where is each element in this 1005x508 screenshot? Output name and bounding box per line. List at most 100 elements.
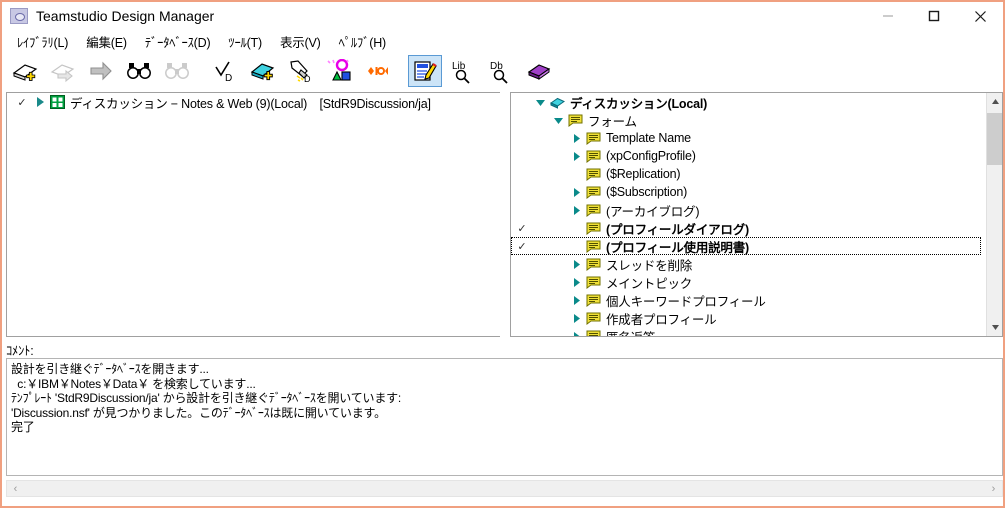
tree-row-label: ($Replication): [606, 167, 681, 181]
svg-text:D: D: [304, 74, 311, 83]
form-icon: [583, 258, 603, 271]
database-list-panel[interactable]: ✓ ディスカッション − Notes & Web (9)(Local) [Std…: [6, 92, 500, 337]
log-line: 完了: [11, 420, 35, 434]
menu-view[interactable]: 表示(V): [271, 30, 330, 53]
design-element-tree-panel[interactable]: ディスカッション(Local) フォーム Template Name (xpConfi…: [510, 92, 1003, 337]
tree-row[interactable]: (xpConfigProfile): [511, 147, 981, 165]
title-bar: Teamstudio Design Manager: [2, 2, 1003, 30]
tree-row[interactable]: Template Name: [511, 129, 981, 147]
tree-row[interactable]: ($Replication): [511, 165, 981, 183]
comment-label: ｺﾒﾝﾄ:: [6, 344, 34, 358]
minimize-button[interactable]: [865, 2, 911, 30]
menu-library[interactable]: ﾚｲﾌﾞﾗﾘ(L): [8, 30, 77, 53]
tree-row[interactable]: 作成者プロフィール: [511, 309, 981, 327]
scroll-down-button[interactable]: [987, 319, 1002, 336]
form-icon: [583, 222, 603, 235]
expander-right-icon[interactable]: [569, 187, 583, 198]
tree-vertical-scrollbar[interactable]: [986, 93, 1002, 336]
tree-scroll-thumb[interactable]: [987, 113, 1002, 165]
note-edit-icon[interactable]: [408, 55, 442, 87]
maximize-button[interactable]: [911, 2, 957, 30]
find-icon[interactable]: [122, 55, 156, 87]
tree-row-label: 作成者プロフィール: [606, 312, 717, 327]
close-button[interactable]: [957, 2, 1003, 30]
expander-down-icon[interactable]: [533, 97, 547, 108]
tree-row-label: (アーカイブログ): [606, 204, 700, 219]
database-book-icon: [547, 96, 567, 109]
tree-row[interactable]: メイントピック: [511, 273, 981, 291]
scroll-up-button[interactable]: [987, 93, 1002, 110]
expander-down-icon[interactable]: [551, 115, 565, 126]
db-search-icon[interactable]: Db: [484, 55, 518, 87]
arrow-right-icon[interactable]: [84, 55, 118, 87]
tree-row[interactable]: ✓ (プロフィールダイアログ): [511, 219, 981, 237]
form-icon: [583, 132, 603, 145]
tree-row-label: ディスカッション(Local): [570, 96, 708, 111]
tree-row[interactable]: ✓ (プロフィール使用説明書): [511, 237, 981, 255]
purple-book-icon[interactable]: [522, 55, 556, 87]
row-check-icon[interactable]: ✓: [511, 222, 533, 235]
database-grid-icon: [47, 95, 67, 109]
tree-row[interactable]: ディスカッション(Local): [511, 93, 981, 111]
database-list-row[interactable]: ✓ ディスカッション − Notes & Web (9)(Local) [Std…: [7, 93, 500, 111]
form-icon: [583, 150, 603, 163]
comment-log-box[interactable]: 設計を引き継ぐﾃﾞｰﾀﾍﾞｰｽを開きます... c:￥IBM￥Notes￥Dat…: [6, 358, 1003, 476]
row-check-icon[interactable]: ✓: [511, 240, 533, 253]
expander-right-icon[interactable]: [569, 295, 583, 306]
menu-help[interactable]: ﾍﾟﾙﾌﾞ(H): [330, 30, 395, 53]
add-book-icon[interactable]: [246, 55, 280, 87]
tree-row[interactable]: ($Subscription): [511, 183, 981, 201]
svg-text:D: D: [225, 73, 232, 83]
export-library-icon[interactable]: [46, 55, 80, 87]
tree-row[interactable]: スレッドを削除: [511, 255, 981, 273]
tree-row[interactable]: 匿名返答: [511, 327, 981, 336]
expander-right-icon[interactable]: [569, 205, 583, 216]
expander-right-icon[interactable]: [569, 313, 583, 324]
log-line: 設計を引き継ぐﾃﾞｰﾀﾍﾞｰｽを開きます...: [11, 362, 209, 376]
menu-database[interactable]: ﾃﾞｰﾀﾍﾞｰｽ(D): [136, 30, 220, 53]
form-icon: [583, 330, 603, 336]
form-icon: [583, 168, 603, 181]
expander-right-icon[interactable]: [569, 277, 583, 288]
hscroll-right-button[interactable]: ›: [985, 483, 1002, 495]
hscroll-left-button[interactable]: ‹: [7, 483, 24, 495]
tree-row-label: スレッドを削除: [606, 258, 693, 273]
menu-bar: ﾚｲﾌﾞﾗﾘ(L) 編集(E) ﾃﾞｰﾀﾍﾞｰｽ(D) ﾂｰﾙ(T) 表示(V)…: [2, 30, 1003, 52]
form-icon: [583, 240, 603, 253]
tree-row-label: (プロフィール使用説明書): [606, 240, 749, 255]
form-icon: [583, 186, 603, 199]
menu-tools[interactable]: ﾂｰﾙ(T): [219, 30, 271, 53]
toolbar: D D Lib Db: [2, 52, 1003, 90]
application-window: Teamstudio Design Manager ﾚｲﾌﾞﾗﾘ(L) 編集(E…: [0, 0, 1005, 508]
tree-row[interactable]: (アーカイブログ): [511, 201, 981, 219]
tree-row[interactable]: フォーム: [511, 111, 981, 129]
tree-row[interactable]: 個人キーワードプロフィール: [511, 291, 981, 309]
shapes-icon[interactable]: [322, 55, 356, 87]
tree-row-label: 匿名返答: [603, 327, 655, 337]
horizontal-scrollbar[interactable]: ‹ ›: [6, 480, 1003, 497]
tree-row-label: 個人キーワードプロフィール: [606, 294, 766, 309]
tree-row-label: ($Subscription): [606, 185, 688, 199]
form-icon: [583, 294, 603, 307]
check-design-icon[interactable]: D: [208, 55, 242, 87]
row-check-icon[interactable]: ✓: [11, 96, 33, 109]
add-library-icon[interactable]: [8, 55, 42, 87]
form-icon: [583, 312, 603, 325]
expander-right-icon[interactable]: [569, 259, 583, 270]
expander-right-icon[interactable]: [569, 133, 583, 144]
expander-right-icon[interactable]: [569, 151, 583, 162]
compare-icon[interactable]: [360, 55, 394, 87]
form-icon: [583, 276, 603, 289]
tree-row-label: (xpConfigProfile): [606, 149, 696, 163]
design-element-tree[interactable]: ディスカッション(Local) フォーム Template Name (xpConfi…: [511, 93, 981, 336]
menu-edit[interactable]: 編集(E): [77, 30, 136, 53]
app-icon: [10, 8, 28, 24]
log-line: 'Discussion.nsf' が見つかりました。このﾃﾞｰﾀﾍﾞｰｽは既に開…: [11, 405, 386, 420]
find-disabled-icon[interactable]: [160, 55, 194, 87]
tree-row-label: メイントピック: [606, 276, 693, 291]
brush-design-icon[interactable]: D: [284, 55, 318, 87]
expander-right-icon[interactable]: [33, 97, 47, 107]
tree-row-label: (プロフィールダイアログ): [606, 222, 749, 237]
lib-search-icon[interactable]: Lib: [446, 55, 480, 87]
expander-right-icon[interactable]: [569, 331, 583, 336]
